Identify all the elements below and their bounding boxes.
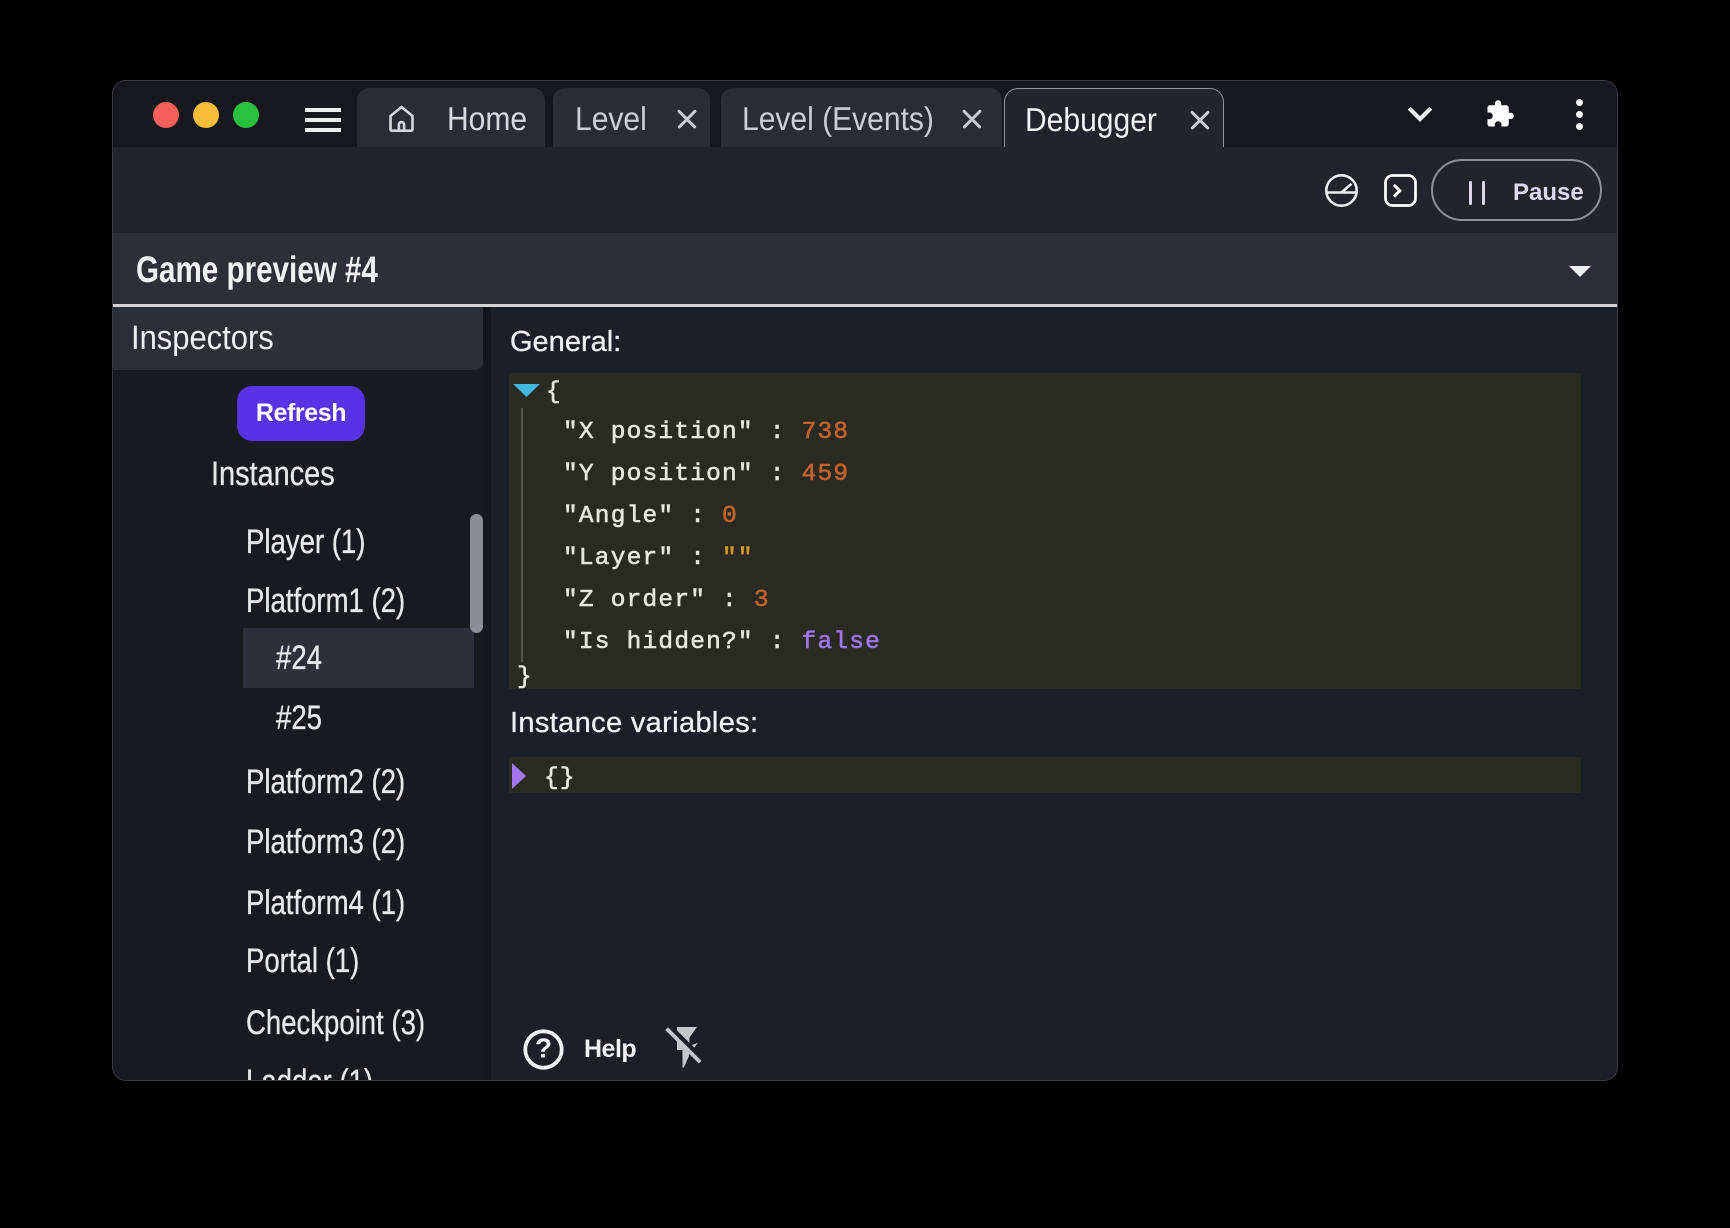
svg-text:?: ? xyxy=(535,1033,552,1064)
